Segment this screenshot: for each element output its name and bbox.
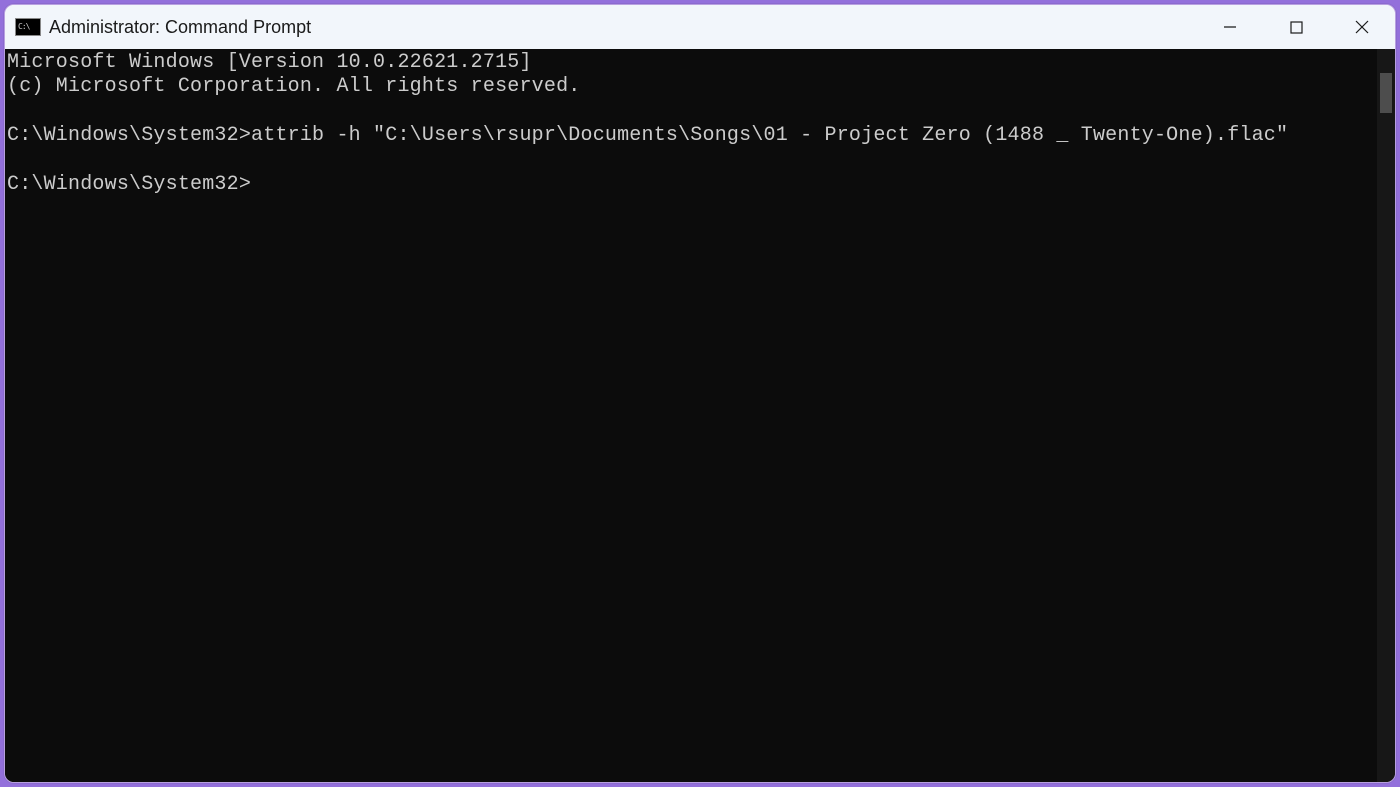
scrollbar[interactable] [1377,49,1395,782]
command-prompt-window: C:\ Administrator: Command Prompt Mi [4,4,1396,783]
maximize-icon [1290,21,1303,34]
window-controls [1197,5,1395,49]
scrollbar-thumb[interactable] [1380,73,1392,113]
terminal-output[interactable]: Microsoft Windows [Version 10.0.22621.27… [5,49,1377,782]
window-title: Administrator: Command Prompt [49,17,311,38]
minimize-icon [1223,20,1237,34]
maximize-button[interactable] [1263,5,1329,49]
minimize-button[interactable] [1197,5,1263,49]
close-button[interactable] [1329,5,1395,49]
cmd-icon: C:\ [15,18,41,36]
close-icon [1355,20,1369,34]
terminal-area: Microsoft Windows [Version 10.0.22621.27… [5,49,1395,782]
titlebar[interactable]: C:\ Administrator: Command Prompt [5,5,1395,49]
